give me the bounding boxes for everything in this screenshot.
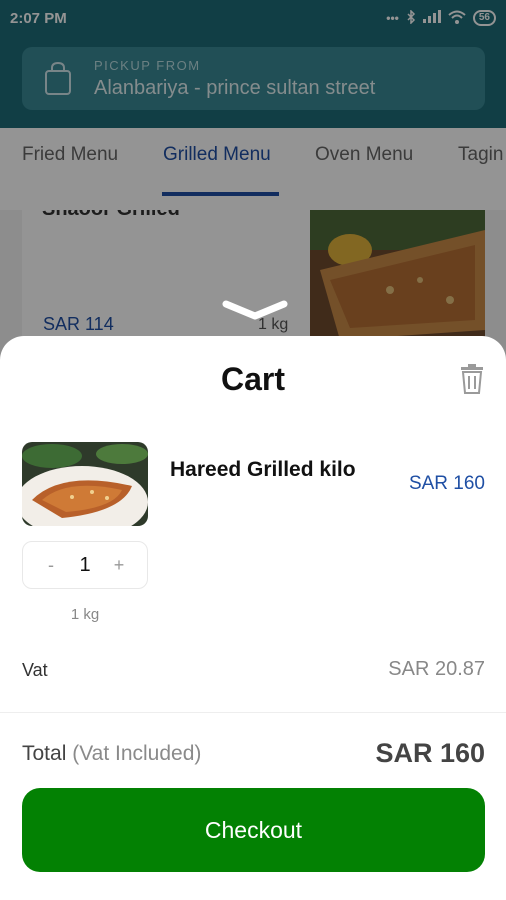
trash-icon[interactable] xyxy=(458,364,486,394)
checkout-button[interactable]: Checkout xyxy=(22,788,485,872)
divider xyxy=(0,712,506,713)
cart-item-image xyxy=(22,442,148,526)
chevron-down-icon[interactable] xyxy=(222,300,288,322)
cart-item-price: SAR 160 xyxy=(408,473,485,494)
cart-item-name: Hareed Grilled kilo xyxy=(170,458,356,481)
cart-sheet: Cart Hareed Grilled kilo SAR 160 - 1 + 1… xyxy=(0,336,506,900)
increment-button[interactable]: + xyxy=(111,555,127,576)
total-note: (Vat Included) xyxy=(72,742,202,765)
total-value: SAR 160 xyxy=(375,738,485,768)
cart-title: Cart xyxy=(220,361,285,397)
cart-item-weight: 1 kg xyxy=(70,606,100,623)
decrement-button[interactable]: - xyxy=(43,555,59,576)
total-label: Total xyxy=(22,742,67,765)
quantity-value: 1 xyxy=(79,553,91,576)
vat-label: Vat xyxy=(22,660,48,680)
total-label-group: Total (Vat Included) xyxy=(22,742,201,766)
quantity-stepper: - 1 + xyxy=(22,541,148,589)
vat-value: SAR 20.87 xyxy=(388,658,485,680)
